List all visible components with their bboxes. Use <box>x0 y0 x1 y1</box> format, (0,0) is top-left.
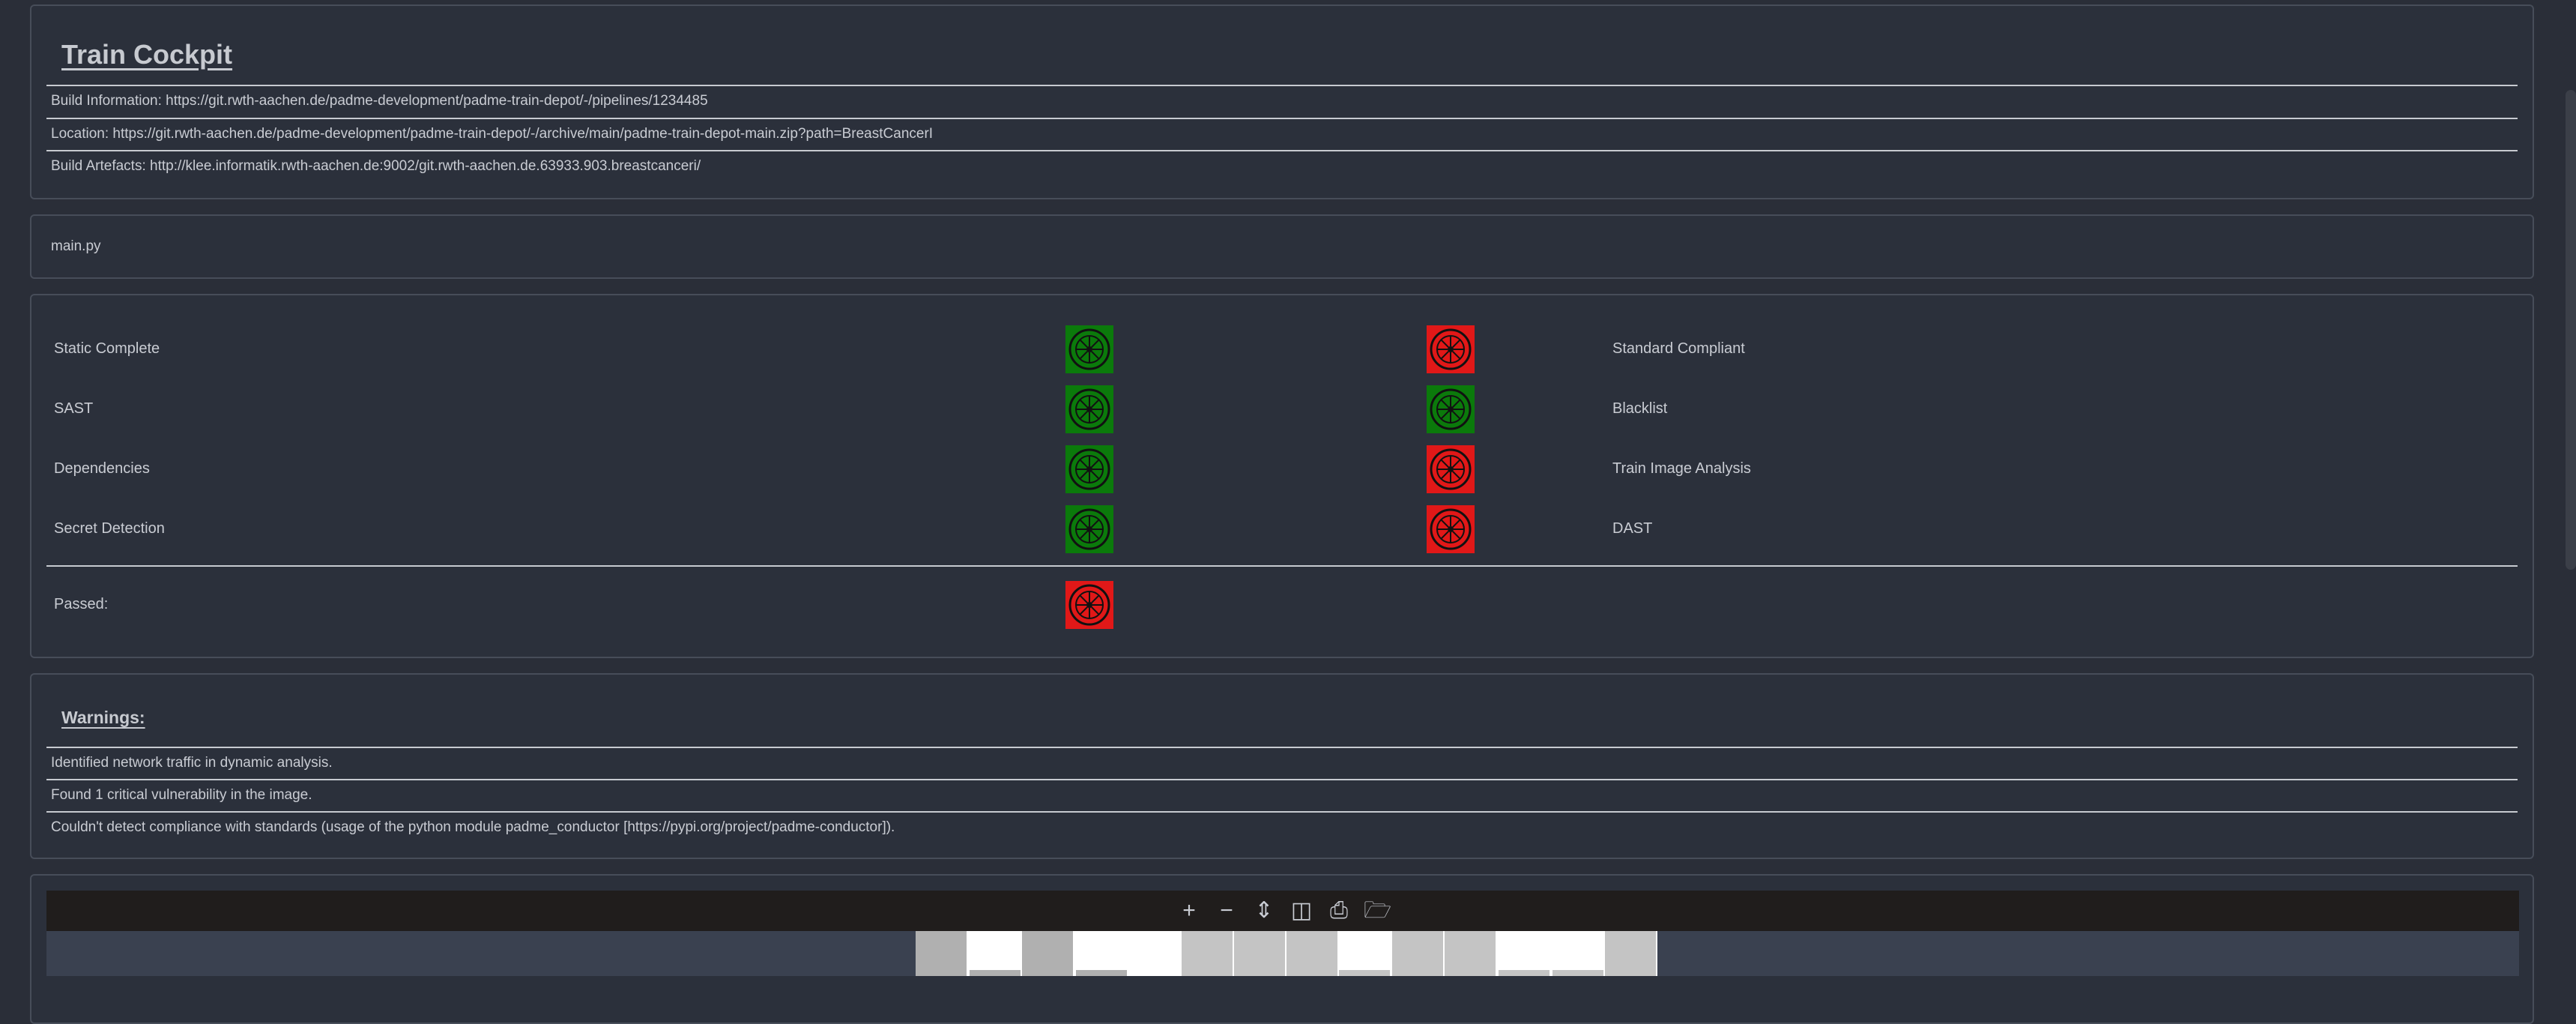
preview-tile <box>1339 970 1390 976</box>
status-emblem-icon <box>1068 448 1110 490</box>
warning-item: Found 1 critical vulnerability in the im… <box>51 787 312 803</box>
status-light-dast <box>1427 505 1475 553</box>
warning-item: Identified network traffic in dynamic an… <box>51 755 333 771</box>
check-label-standard-compliant: Standard Compliant <box>1612 340 1745 357</box>
status-light-secret-detection <box>1065 505 1113 553</box>
check-label-dast: DAST <box>1612 520 1653 537</box>
warnings-panel: Warnings: Identified network traffic in … <box>30 673 2534 859</box>
warnings-title: Warnings: <box>61 708 145 727</box>
divider <box>46 150 2518 151</box>
page-title: Train Cockpit <box>61 39 233 70</box>
preview-tile <box>1605 931 1656 976</box>
preview-tile <box>1392 931 1443 976</box>
status-emblem-icon <box>1068 388 1110 430</box>
status-light-static-complete <box>1065 325 1113 373</box>
warning-item: Couldn't detect compliance with standard… <box>51 819 895 835</box>
viewer-toolbar: + − ⇕ ◫ ⎙ 🗁 <box>46 891 2519 931</box>
preview-tile <box>970 970 1021 976</box>
divider <box>46 85 2518 86</box>
preview-tile <box>1287 931 1337 976</box>
page-scrollbar[interactable] <box>2566 90 2576 570</box>
preview-tile <box>1552 970 1603 976</box>
status-light-dependencies <box>1065 445 1113 493</box>
status-light-train-image-analysis <box>1427 445 1475 493</box>
status-emblem-icon <box>1430 388 1472 430</box>
check-label-static-complete: Static Complete <box>54 340 160 357</box>
check-label-train-image-analysis: Train Image Analysis <box>1612 460 1751 477</box>
fit-height-icon[interactable]: ⇕ <box>1251 898 1277 924</box>
file-name[interactable]: main.py <box>51 238 101 255</box>
viewer-panel: + − ⇕ ◫ ⎙ 🗁 <box>30 874 2534 1024</box>
status-emblem-icon <box>1430 508 1472 550</box>
status-light-standard-compliant <box>1427 325 1475 373</box>
two-page-icon[interactable]: ◫ <box>1289 898 1314 924</box>
zoom-in-icon[interactable]: + <box>1176 898 1202 924</box>
divider <box>46 811 2518 813</box>
preview-tile <box>1182 931 1233 976</box>
check-label-sast: SAST <box>54 400 94 417</box>
build-artefacts-link[interactable]: Build Artefacts: http://klee.informatik.… <box>51 158 701 175</box>
open-folder-icon[interactable]: 🗁 <box>1364 898 1391 924</box>
document-preview <box>916 931 1657 976</box>
location-link[interactable]: Location: https://git.rwth-aachen.de/pad… <box>51 126 933 142</box>
status-emblem-icon <box>1068 508 1110 550</box>
preview-tile <box>1499 970 1549 976</box>
status-light-passed <box>1065 581 1113 629</box>
preview-tile <box>1234 931 1285 976</box>
divider <box>46 747 2518 748</box>
preview-tile <box>1445 931 1496 976</box>
cockpit-panel: Train Cockpit Build Information: https:/… <box>30 4 2534 199</box>
passed-label: Passed: <box>54 596 109 612</box>
preview-tile <box>1076 970 1127 976</box>
preview-tile <box>916 931 967 976</box>
status-emblem-icon <box>1430 328 1472 370</box>
status-emblem-icon <box>1068 584 1110 626</box>
file-panel: main.py <box>30 214 2534 279</box>
divider <box>46 565 2518 567</box>
print-icon[interactable]: ⎙ <box>1326 898 1352 924</box>
status-emblem-icon <box>1068 328 1110 370</box>
document-viewer[interactable] <box>46 931 2519 976</box>
zoom-out-icon[interactable]: − <box>1214 898 1239 924</box>
checks-panel: Static Complete SAST Dependencies Secret… <box>30 294 2534 658</box>
check-label-dependencies: Dependencies <box>54 460 150 477</box>
divider <box>46 118 2518 119</box>
build-information-link[interactable]: Build Information: https://git.rwth-aach… <box>51 93 708 109</box>
status-emblem-icon <box>1430 448 1472 490</box>
status-light-blacklist <box>1427 385 1475 433</box>
check-label-blacklist: Blacklist <box>1612 400 1668 417</box>
preview-tile <box>1022 931 1073 976</box>
status-light-sast <box>1065 385 1113 433</box>
divider <box>46 779 2518 780</box>
check-label-secret-detection: Secret Detection <box>54 520 165 537</box>
